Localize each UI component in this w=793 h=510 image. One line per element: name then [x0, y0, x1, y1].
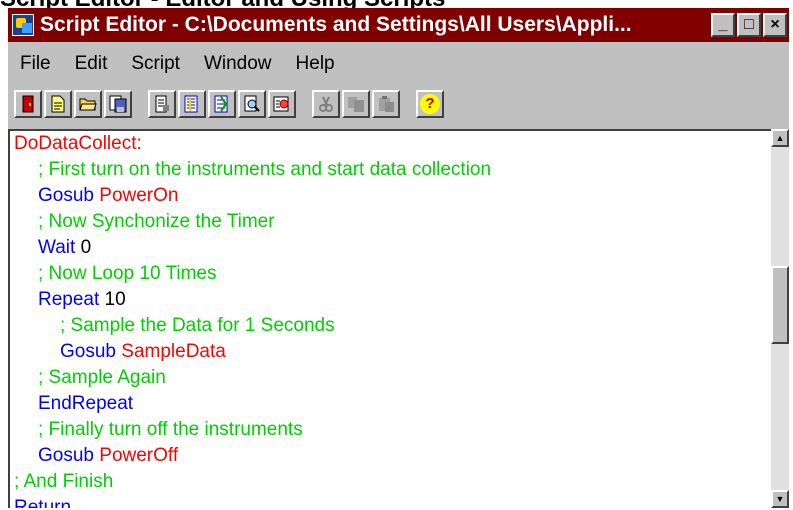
open-folder-icon: [79, 98, 97, 111]
script-text-area[interactable]: DoDataCollect: ; First turn on the instru…: [8, 129, 771, 508]
close-button[interactable]: ×: [763, 13, 787, 37]
help-button[interactable]: ?: [416, 90, 444, 118]
code-token-comment: ; And Finish: [14, 471, 114, 492]
save-button[interactable]: [104, 90, 132, 118]
menu-script[interactable]: Script: [119, 53, 192, 75]
code-token-comment: ; First turn on the instruments and star…: [38, 159, 492, 180]
close-icon: ×: [770, 16, 780, 33]
code-token-comment: ; Now Synchonize the Timer: [38, 211, 275, 232]
code-line: Gosub SampleData: [10, 339, 771, 365]
code-token-keyword: Repeat: [38, 289, 105, 310]
code-line: ; Now Loop 10 Times: [10, 261, 771, 287]
trace-icon: [273, 96, 289, 112]
properties-icon: [155, 95, 169, 113]
new-button[interactable]: [44, 90, 72, 118]
code-token-keyword: Gosub: [38, 185, 100, 206]
code-line: ; Now Synchonize the Timer: [10, 209, 771, 235]
cut-icon: [319, 96, 333, 112]
code-line: ; Finally turn off the instruments: [10, 417, 771, 443]
code-line: Repeat 10: [10, 287, 771, 313]
code-line: ; Sample Again: [10, 365, 771, 391]
code-line: Gosub PowerOn: [10, 183, 771, 209]
code-token-label: PowerOff: [99, 445, 179, 466]
scroll-up-button[interactable]: ▲: [771, 129, 789, 147]
properties-button[interactable]: [148, 90, 176, 118]
code-token-comment: ; Sample Again: [38, 367, 166, 388]
code-token-plain: 10: [104, 289, 126, 310]
code-token-keyword: Gosub: [38, 445, 100, 466]
code-token-label: PowerOn: [99, 185, 179, 206]
compile-button[interactable]: [178, 90, 206, 118]
code-token-keyword: Gosub: [60, 341, 122, 362]
code-line: ; First turn on the instruments and star…: [10, 157, 771, 183]
code-token-keyword: Return: [14, 497, 72, 508]
code-token-comment: ; Finally turn off the instruments: [38, 419, 303, 440]
paste-icon: [379, 96, 394, 112]
save-icon: [109, 95, 127, 113]
menu-window[interactable]: Window: [192, 53, 284, 75]
compile-icon: [184, 95, 198, 113]
copy-button: [342, 90, 370, 118]
code-token-label: SampleData: [121, 341, 226, 362]
code-token-label: DoDataCollect:: [14, 133, 142, 154]
code-token-comment: ; Sample the Data for 1 Seconds: [60, 315, 335, 336]
code-line: ; And Finish: [10, 469, 771, 495]
code-token-keyword: EndRepeat: [38, 393, 134, 414]
find-button[interactable]: [238, 90, 266, 118]
title-bar[interactable]: Script Editor - C:\Documents and Setting…: [8, 8, 789, 42]
code-token-keyword: Wait: [38, 237, 81, 258]
code-line: Return: [10, 495, 771, 508]
scrollbar-thumb[interactable]: [771, 266, 789, 345]
code-token-plain: 0: [80, 237, 92, 258]
cut-button: [312, 90, 340, 118]
copy-icon: [348, 97, 364, 112]
new-document-icon: [51, 95, 65, 113]
run-button[interactable]: [208, 90, 236, 118]
code-line: ; Sample the Data for 1 Seconds: [10, 313, 771, 339]
vertical-scrollbar[interactable]: ▲ ▼: [771, 129, 789, 508]
script-editor-window: Script Editor - C:\Documents and Setting…: [8, 8, 789, 508]
minimize-button[interactable]: _: [711, 13, 735, 37]
app-icon[interactable]: [12, 14, 34, 36]
window-title: Script Editor - C:\Documents and Setting…: [40, 13, 632, 36]
code-line: Gosub PowerOff: [10, 443, 771, 469]
exit-icon: [22, 95, 34, 113]
help-icon: ?: [420, 94, 440, 114]
code-line: DoDataCollect:: [10, 131, 771, 157]
code-line: EndRepeat: [10, 391, 771, 417]
minimize-icon: _: [718, 16, 728, 33]
maximize-button[interactable]: □: [737, 13, 761, 37]
paste-button: [372, 90, 400, 118]
open-button[interactable]: [74, 90, 102, 118]
trace-button[interactable]: [268, 90, 296, 118]
code-token-comment: ; Now Loop 10 Times: [38, 263, 217, 284]
run-icon: [214, 95, 228, 113]
maximize-icon: □: [744, 16, 754, 33]
code-line: Wait 0: [10, 235, 771, 261]
menu-edit[interactable]: Edit: [63, 53, 120, 75]
menu-help[interactable]: Help: [284, 53, 347, 75]
exit-button[interactable]: [14, 90, 42, 118]
scroll-down-button[interactable]: ▼: [771, 490, 789, 508]
toolbar: ?: [8, 85, 789, 123]
find-icon: [244, 95, 260, 112]
menu-bar: File Edit Script Window Help: [8, 45, 789, 83]
menu-file[interactable]: File: [8, 53, 63, 75]
